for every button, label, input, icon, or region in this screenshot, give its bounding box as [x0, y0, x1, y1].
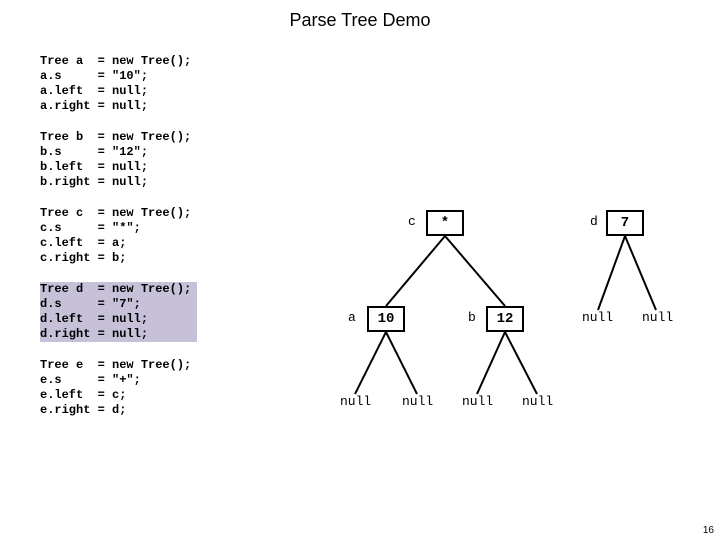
node-label-c: c [408, 214, 416, 229]
code-column: Tree a = new Tree(); a.s = "10"; a.left … [40, 54, 280, 434]
code-block-d: Tree d = new Tree(); d.s = "7"; d.left =… [40, 282, 197, 342]
node-c: * [426, 210, 464, 236]
null-leaf: null [522, 394, 553, 409]
node-label-a: a [348, 310, 356, 325]
null-leaf: null [642, 310, 673, 325]
null-leaf: null [402, 394, 433, 409]
code-block-b: Tree b = new Tree(); b.s = "12"; b.left … [40, 130, 280, 190]
code-block-e: Tree e = new Tree(); e.s = "+"; e.left =… [40, 358, 280, 418]
null-leaf: null [462, 394, 493, 409]
code-block-c: Tree c = new Tree(); c.s = "*"; c.left =… [40, 206, 280, 266]
node-label-d: d [590, 214, 598, 229]
null-leaf: null [340, 394, 371, 409]
tree-diagram: c * d 7 null null a 10 b 12 null null nu… [340, 190, 720, 470]
code-block-a: Tree a = new Tree(); a.s = "10"; a.left … [40, 54, 280, 114]
page-number: 16 [703, 525, 714, 536]
node-a: 10 [367, 306, 405, 332]
node-d: 7 [606, 210, 644, 236]
node-label-b: b [468, 310, 476, 325]
null-leaf: null [582, 310, 613, 325]
node-b: 12 [486, 306, 524, 332]
slide-title: Parse Tree Demo [0, 0, 720, 37]
